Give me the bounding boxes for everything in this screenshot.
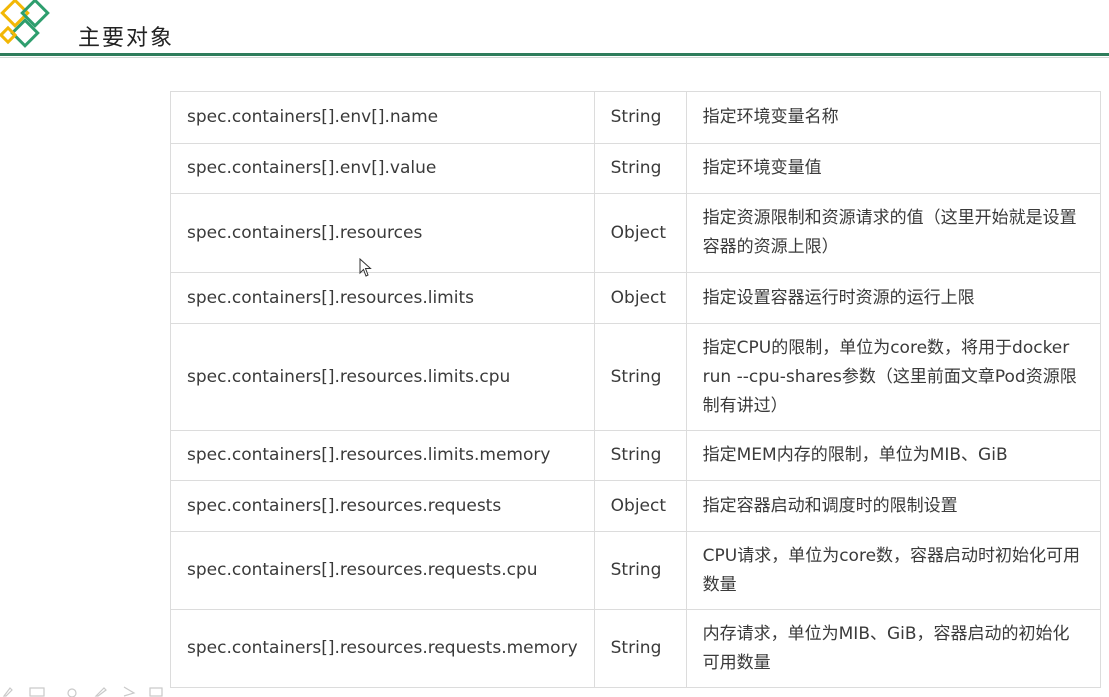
title-divider-shadow (0, 57, 1109, 58)
table-row: spec.containers[].resources.requests.cpu… (170, 531, 1102, 610)
field-name-cell: spec.containers[].env[].name (170, 91, 595, 144)
pen-icon (2, 687, 13, 697)
table-row: spec.containers[].resources.limits.memor… (170, 430, 1102, 481)
table-row: spec.containers[].resources.requests Obj… (170, 480, 1102, 532)
field-type-cell: String (593, 531, 687, 610)
table-row: spec.containers[].resources.limits Objec… (170, 272, 1102, 324)
field-type-cell: String (593, 143, 687, 194)
field-type-cell: Object (593, 480, 687, 532)
zoom-icon (67, 688, 77, 697)
slide: 主要对象 spec.containers[].env[].name String… (0, 0, 1109, 697)
field-desc-cell: 指定设置容器运行时资源的运行上限 (685, 272, 1102, 324)
field-desc-cell: 指定MEM内存的限制，单位为MIB、GiB (685, 430, 1102, 481)
table-row: spec.containers[].env[].value String 指定环… (170, 143, 1102, 194)
field-name-cell: spec.containers[].resources.requests.cpu (170, 531, 595, 610)
field-desc-cell: 指定CPU的限制，单位为core数，将用于docker run --cpu-sh… (685, 323, 1102, 431)
field-type-cell: Object (593, 193, 687, 273)
field-type-cell: Object (593, 272, 687, 324)
title-divider (0, 53, 1109, 56)
table-row: spec.containers[].resources.limits.cpu S… (170, 323, 1102, 431)
field-desc-cell: 指定容器启动和调度时的限制设置 (685, 480, 1102, 532)
field-desc-cell: 指定环境变量名称 (685, 91, 1102, 144)
slide-title: 主要对象 (78, 26, 175, 51)
field-type-cell: String (593, 323, 687, 431)
field-type-cell: String (593, 430, 687, 481)
mouse-pointer-icon (359, 258, 372, 277)
field-desc-cell: 指定资源限制和资源请求的值（这里开始就是设置容器的资源上限） (685, 193, 1102, 273)
table-row: spec.containers[].resources.requests.mem… (170, 609, 1102, 688)
field-name-cell: spec.containers[].resources.limits.cpu (170, 323, 595, 431)
field-name-cell: spec.containers[].resources.limits (170, 272, 595, 324)
table-row: spec.containers[].env[].name String 指定环境… (170, 91, 1102, 144)
field-desc-cell: 内存请求，单位为MIB、GiB，容器启动的初始化可用数量 (685, 609, 1102, 688)
field-name-cell: spec.containers[].resources.limits.memor… (170, 430, 595, 481)
table-row: spec.containers[].resources Object 指定资源限… (170, 193, 1102, 273)
field-name-cell: spec.containers[].env[].value (170, 143, 595, 194)
field-type-cell: String (593, 609, 687, 688)
field-desc-cell: CPU请求，单位为core数，容器启动时初始化可用数量 (685, 531, 1102, 610)
pencil-icon (94, 687, 107, 697)
diamond-logo-icon (0, 0, 50, 48)
arrow-icon (123, 686, 136, 697)
field-desc-cell: 指定环境变量值 (685, 143, 1102, 194)
field-name-cell: spec.containers[].resources.requests (170, 480, 595, 532)
field-name-cell: spec.containers[].resources (170, 193, 595, 273)
field-name-cell: spec.containers[].resources.requests.mem… (170, 609, 595, 688)
field-type-cell: String (593, 91, 687, 144)
menu-icon (149, 687, 163, 697)
parameter-table: spec.containers[].env[].name String 指定环境… (170, 91, 1102, 688)
slide-icon (29, 687, 45, 697)
presentation-toolbar[interactable] (0, 684, 180, 697)
